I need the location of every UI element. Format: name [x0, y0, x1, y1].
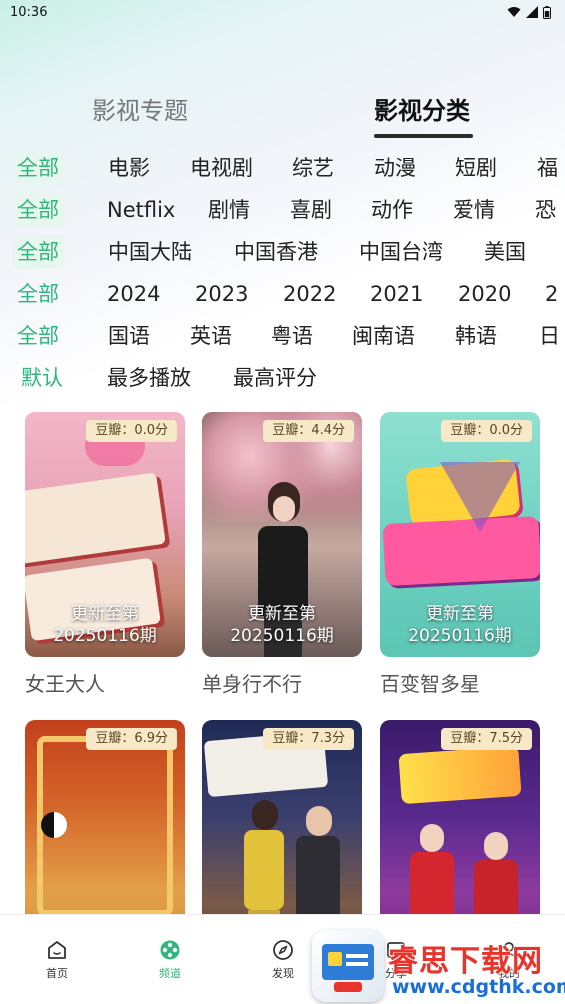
signal-icon — [526, 6, 538, 18]
sort-top-rated[interactable]: 最高评分 — [233, 361, 317, 395]
filter-region-hongkong[interactable]: 中国香港 — [234, 235, 318, 269]
filter-language-english[interactable]: 英语 — [190, 319, 232, 353]
rating-badge: 豆瓣：6.9分 — [86, 728, 177, 750]
update-text: 更新至第 20250116期 — [230, 604, 334, 646]
poster-logo — [398, 745, 522, 805]
home-icon — [48, 941, 66, 959]
tab-category[interactable]: 影视分类 — [374, 92, 470, 130]
card-title[interactable]: 单身行不行 — [202, 668, 302, 697]
status-bar: 10:36 — [0, 0, 565, 24]
filter-type-short[interactable]: 短剧 — [455, 151, 497, 185]
tab-topic[interactable]: 影视专题 — [92, 92, 188, 130]
filter-year-2024[interactable]: 2024 — [107, 277, 160, 311]
filter-row-type: 全部 电影 电视剧 综艺 动漫 短剧 福 — [0, 151, 565, 191]
filter-region-all[interactable]: 全部 — [12, 235, 64, 269]
nav-home[interactable]: 首页 — [27, 939, 87, 981]
update-text: 更新至第 20250116期 — [53, 604, 157, 646]
filter-language-all[interactable]: 全部 — [12, 319, 64, 353]
rating-badge: 豆瓣：0.0分 — [86, 420, 177, 442]
film-reel-icon — [160, 940, 180, 960]
card-title[interactable]: 百变智多星 — [380, 668, 480, 697]
video-poster[interactable]: 豆瓣：0.0分 更新至第 20250116期 — [380, 412, 540, 657]
update-label: 更新至第 20250116期 — [202, 603, 362, 647]
filter-language-cantonese[interactable]: 粤语 — [271, 319, 313, 353]
filter-type-anime[interactable]: 动漫 — [374, 151, 416, 185]
sort-default[interactable]: 默认 — [21, 361, 63, 395]
nav-discover[interactable]: 发现 — [253, 939, 313, 981]
update-text: 更新至第 20250116期 — [408, 604, 512, 646]
filter-language-more[interactable]: 日 — [539, 319, 560, 353]
poster-triangle — [440, 462, 520, 532]
filter-year-2021[interactable]: 2021 — [370, 277, 423, 311]
filter-type-all[interactable]: 全部 — [12, 151, 64, 185]
filter-year-2023[interactable]: 2023 — [195, 277, 248, 311]
filter-genre-romance[interactable]: 爱情 — [453, 193, 495, 227]
nav-channel-label: 频道 — [159, 967, 181, 980]
update-label: 更新至第 20250116期 — [380, 603, 540, 647]
filter-year-2022[interactable]: 2022 — [283, 277, 336, 311]
watermark-url: www.cdgthk.com — [392, 976, 565, 998]
filter-genre-netflix[interactable]: Netflix — [107, 193, 175, 227]
rating-badge: 豆瓣：7.3分 — [263, 728, 354, 750]
filter-year-all[interactable]: 全部 — [12, 277, 64, 311]
top-tabs: 影视专题 影视分类 — [0, 92, 565, 140]
watermark-logo-icon — [312, 930, 384, 1002]
video-poster[interactable]: 豆瓣：0.0分 更新至第 20250116期 — [25, 412, 185, 657]
filter-genre-all[interactable]: 全部 — [12, 193, 64, 227]
filter-region-mainland[interactable]: 中国大陆 — [108, 235, 192, 269]
filter-region-usa[interactable]: 美国 — [484, 235, 526, 269]
filter-region-taiwan[interactable]: 中国台湾 — [359, 235, 443, 269]
filter-type-tv[interactable]: 电视剧 — [190, 151, 253, 185]
wifi-icon — [507, 7, 521, 17]
filter-row-sort: 默认 最多播放 最高评分 — [0, 361, 565, 401]
sort-most-played[interactable]: 最多播放 — [107, 361, 191, 395]
filter-language-minnan[interactable]: 闽南语 — [352, 319, 415, 353]
filter-row-year: 全部 2024 2023 2022 2021 2020 2 — [0, 277, 565, 317]
watermark: 睿思下载网 www.cdgthk.com — [312, 928, 565, 1004]
compass-icon — [273, 940, 293, 960]
watermark-name: 睿思下载网 — [388, 944, 543, 979]
filter-genre-drama[interactable]: 剧情 — [208, 193, 250, 227]
filter-type-movie[interactable]: 电影 — [108, 151, 150, 185]
rating-badge: 豆瓣：0.0分 — [441, 420, 532, 442]
poster-yinyang — [41, 812, 67, 838]
filter-genre-action[interactable]: 动作 — [371, 193, 413, 227]
card-title[interactable]: 女王大人 — [25, 668, 105, 697]
nav-channel[interactable]: 频道 — [140, 939, 200, 981]
rating-badge: 豆瓣：7.5分 — [441, 728, 532, 750]
filter-year-2020[interactable]: 2020 — [458, 277, 511, 311]
status-icons — [507, 5, 551, 19]
filter-language-korean[interactable]: 韩语 — [455, 319, 497, 353]
battery-icon — [543, 5, 551, 19]
filter-type-more[interactable]: 福 — [537, 151, 558, 185]
nav-discover-label: 发现 — [272, 967, 294, 980]
rating-badge: 豆瓣：4.4分 — [263, 420, 354, 442]
filter-row-language: 全部 国语 英语 粤语 闽南语 韩语 日 — [0, 319, 565, 359]
status-time: 10:36 — [10, 4, 48, 20]
tab-active-indicator — [374, 134, 473, 138]
filter-type-variety[interactable]: 综艺 — [292, 151, 334, 185]
update-label: 更新至第 20250116期 — [25, 603, 185, 647]
nav-home-label: 首页 — [46, 967, 68, 980]
video-poster[interactable]: 豆瓣：4.4分 更新至第 20250116期 — [202, 412, 362, 657]
filter-row-genre: 全部 Netflix 剧情 喜剧 动作 爱情 恐 — [0, 193, 565, 233]
filter-language-mandarin[interactable]: 国语 — [108, 319, 150, 353]
filter-genre-comedy[interactable]: 喜剧 — [290, 193, 332, 227]
filter-genre-more[interactable]: 恐 — [535, 193, 556, 227]
filter-row-region: 全部 中国大陆 中国香港 中国台湾 美国 — [0, 235, 565, 275]
filter-year-more[interactable]: 2 — [545, 277, 558, 311]
